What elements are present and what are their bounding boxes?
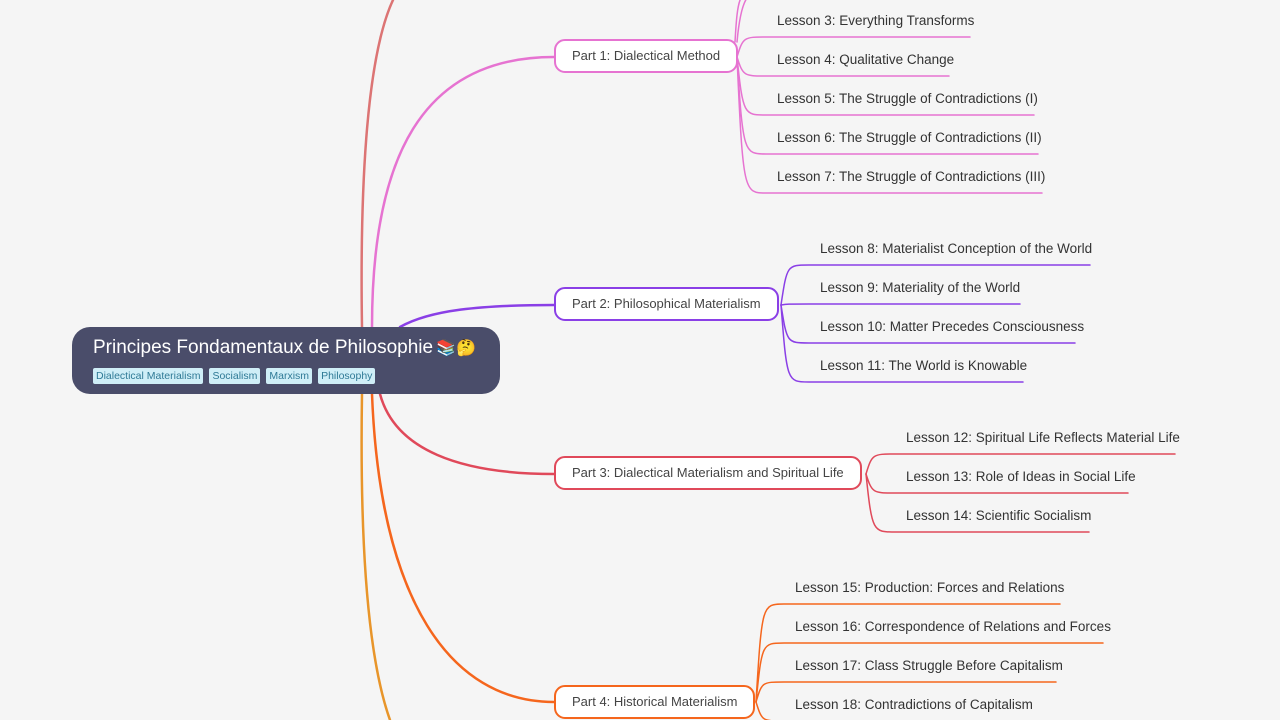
lesson-node[interactable]: Lesson 15: Production: Forces and Relati… bbox=[795, 579, 1064, 597]
lesson-node[interactable]: Lesson 17: Class Struggle Before Capital… bbox=[795, 657, 1063, 675]
part-node-dialectical-method[interactable]: Part 1: Dialectical Method bbox=[554, 39, 739, 73]
tag-dialectical-materialism[interactable]: Dialectical Materialism bbox=[93, 368, 204, 384]
part-node-spiritual-life[interactable]: Part 3: Dialectical Materialism and Spir… bbox=[554, 456, 862, 490]
books-thinking-emoji-icon: 📚🤔 bbox=[436, 340, 476, 357]
branch-line-part-1 bbox=[370, 55, 556, 329]
branch-line-offscreen-top bbox=[360, 0, 395, 329]
lesson-node[interactable]: Lesson 14: Scientific Socialism bbox=[906, 507, 1091, 525]
root-node[interactable]: Principes Fondamentaux de Philosophie 📚🤔 … bbox=[72, 327, 500, 394]
lesson-node[interactable]: Lesson 3: Everything Transforms bbox=[777, 12, 974, 30]
lesson-node[interactable]: Lesson 18: Contradictions of Capitalism bbox=[795, 696, 1033, 714]
lesson-node[interactable]: Lesson 4: Qualitative Change bbox=[777, 51, 954, 69]
tag-list: Dialectical Materialism Socialism Marxis… bbox=[93, 368, 500, 384]
root-title-text: Principes Fondamentaux de Philosophie bbox=[93, 337, 434, 358]
branch-line-part-2 bbox=[398, 303, 556, 329]
lesson-node[interactable]: Lesson 10: Matter Precedes Consciousness bbox=[820, 318, 1084, 336]
tag-socialism[interactable]: Socialism bbox=[209, 368, 261, 384]
lesson-node[interactable]: Lesson 8: Materialist Conception of the … bbox=[820, 240, 1092, 258]
lesson-node[interactable]: Lesson 12: Spiritual Life Reflects Mater… bbox=[906, 429, 1180, 447]
branch-line-part-3 bbox=[378, 392, 556, 476]
part-node-philosophical-materialism[interactable]: Part 2: Philosophical Materialism bbox=[554, 287, 779, 321]
branch-line-part-4 bbox=[370, 392, 556, 704]
tag-philosophy[interactable]: Philosophy bbox=[318, 368, 376, 384]
lesson-node[interactable]: Lesson 5: The Struggle of Contradictions… bbox=[777, 90, 1038, 108]
lesson-node[interactable]: Lesson 6: The Struggle of Contradictions… bbox=[777, 129, 1042, 147]
lesson-node[interactable]: Lesson 9: Materiality of the World bbox=[820, 279, 1020, 297]
lesson-node[interactable]: Lesson 7: The Struggle of Contradictions… bbox=[777, 168, 1045, 186]
lesson-node[interactable]: Lesson 13: Role of Ideas in Social Life bbox=[906, 468, 1136, 486]
lesson-node[interactable]: Lesson 11: The World is Knowable bbox=[820, 357, 1027, 375]
lesson-line bbox=[780, 303, 1021, 306]
root-title: Principes Fondamentaux de Philosophie 📚🤔 bbox=[93, 336, 500, 361]
tag-marxism[interactable]: Marxism bbox=[266, 368, 313, 384]
lesson-node[interactable]: Lesson 16: Correspondence of Relations a… bbox=[795, 618, 1111, 636]
part-node-historical-materialism[interactable]: Part 4: Historical Materialism bbox=[554, 685, 756, 719]
